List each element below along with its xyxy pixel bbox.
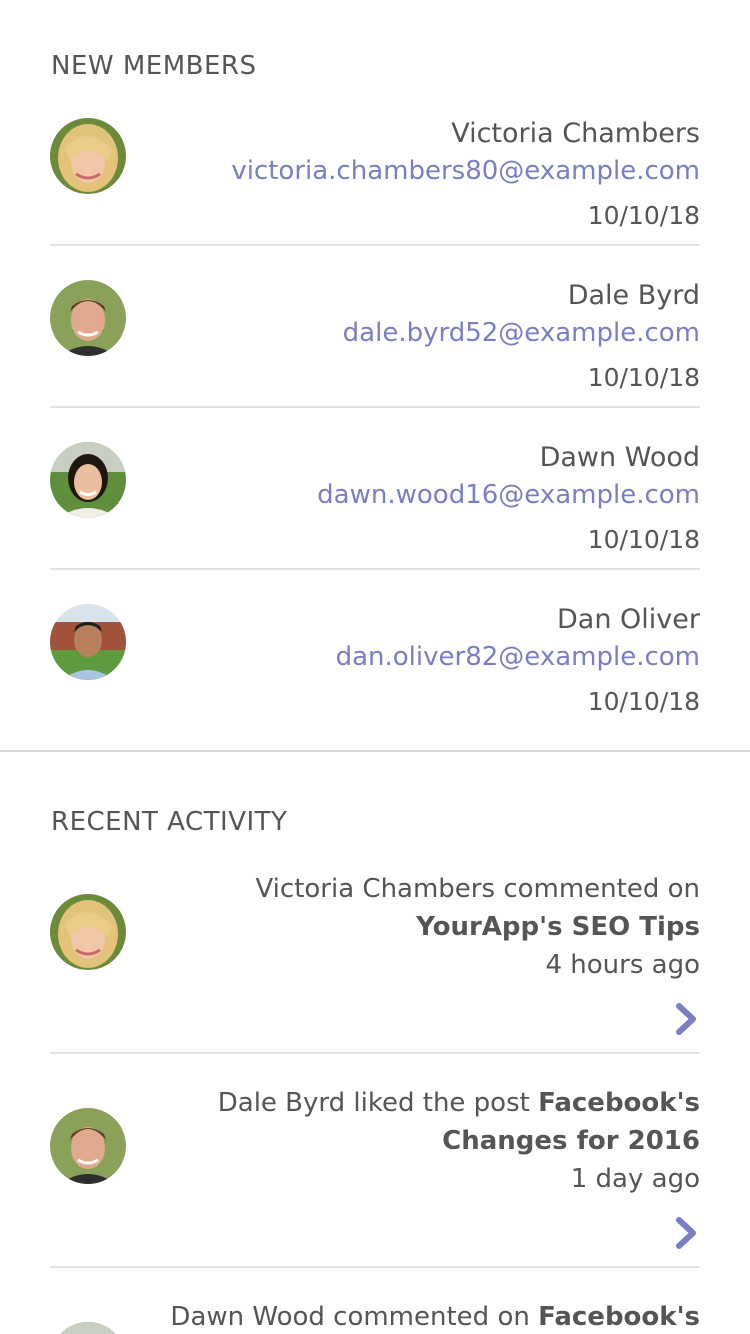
member-name: Dan Oliver <box>557 604 700 635</box>
avatar <box>50 894 126 970</box>
activity-actor: Dawn Wood <box>170 1302 325 1332</box>
avatar <box>50 1108 126 1184</box>
activity-item[interactable]: Dale Byrd liked the post Facebook's Chan… <box>50 1084 700 1266</box>
member-info: Dawn Wood dawn.wood16@example.com 10/10/… <box>317 442 700 556</box>
chevron-right-icon[interactable] <box>674 1002 700 1036</box>
avatar <box>50 442 126 518</box>
member-join-date: 10/10/18 <box>587 687 700 716</box>
divider <box>50 1052 700 1054</box>
divider <box>50 1266 700 1268</box>
activity-item[interactable]: Dawn Wood commented on Facebook's <box>50 1298 700 1334</box>
activity-time: 4 hours ago <box>545 950 700 980</box>
avatar <box>50 280 126 356</box>
activity-action: commented on <box>503 874 700 904</box>
section-divider <box>0 750 750 752</box>
avatar <box>50 118 126 194</box>
member-join-date: 10/10/18 <box>587 525 700 554</box>
divider <box>50 406 700 408</box>
member-row[interactable]: Victoria Chambers victoria.chambers80@ex… <box>50 118 700 280</box>
avatar <box>50 1322 126 1334</box>
divider <box>50 244 700 246</box>
activity-time: 1 day ago <box>570 1164 700 1194</box>
activity-text: Victoria Chambers commented on YourApp's… <box>200 870 700 984</box>
chevron-right-icon[interactable] <box>674 1216 700 1250</box>
member-join-date: 10/10/18 <box>587 201 700 230</box>
activity-text: Dale Byrd liked the post Facebook's Chan… <box>200 1084 700 1198</box>
activity-action: liked the post <box>353 1088 530 1118</box>
activity-actor: Dale Byrd <box>217 1088 346 1118</box>
member-email-link[interactable]: dale.byrd52@example.com <box>343 317 700 349</box>
member-name: Victoria Chambers <box>451 118 700 149</box>
activity-target-link[interactable]: YourApp's SEO Tips <box>416 912 700 942</box>
member-email-link[interactable]: dan.oliver82@example.com <box>336 641 700 673</box>
member-email-link[interactable]: dawn.wood16@example.com <box>317 479 700 511</box>
member-info: Dan Oliver dan.oliver82@example.com 10/1… <box>336 604 700 718</box>
member-name: Dawn Wood <box>539 442 700 473</box>
member-join-date: 10/10/18 <box>587 363 700 392</box>
member-row[interactable]: Dan Oliver dan.oliver82@example.com 10/1… <box>50 604 700 766</box>
divider <box>50 568 700 570</box>
activity-actor: Victoria Chambers <box>255 874 496 904</box>
member-info: Dale Byrd dale.byrd52@example.com 10/10/… <box>343 280 700 394</box>
member-email-link[interactable]: victoria.chambers80@example.com <box>231 155 700 187</box>
new-members-title: NEW MEMBERS <box>51 51 257 81</box>
activity-target-link[interactable]: Facebook's <box>538 1302 700 1332</box>
activity-action: commented on <box>333 1302 530 1332</box>
member-row[interactable]: Dale Byrd dale.byrd52@example.com 10/10/… <box>50 280 700 442</box>
activity-text: Dawn Wood commented on Facebook's <box>140 1298 700 1334</box>
recent-activity-title: RECENT ACTIVITY <box>51 807 288 837</box>
activity-item[interactable]: Victoria Chambers commented on YourApp's… <box>50 870 700 1052</box>
avatar <box>50 604 126 680</box>
member-name: Dale Byrd <box>567 280 700 311</box>
member-info: Victoria Chambers victoria.chambers80@ex… <box>231 118 700 232</box>
member-row[interactable]: Dawn Wood dawn.wood16@example.com 10/10/… <box>50 442 700 604</box>
